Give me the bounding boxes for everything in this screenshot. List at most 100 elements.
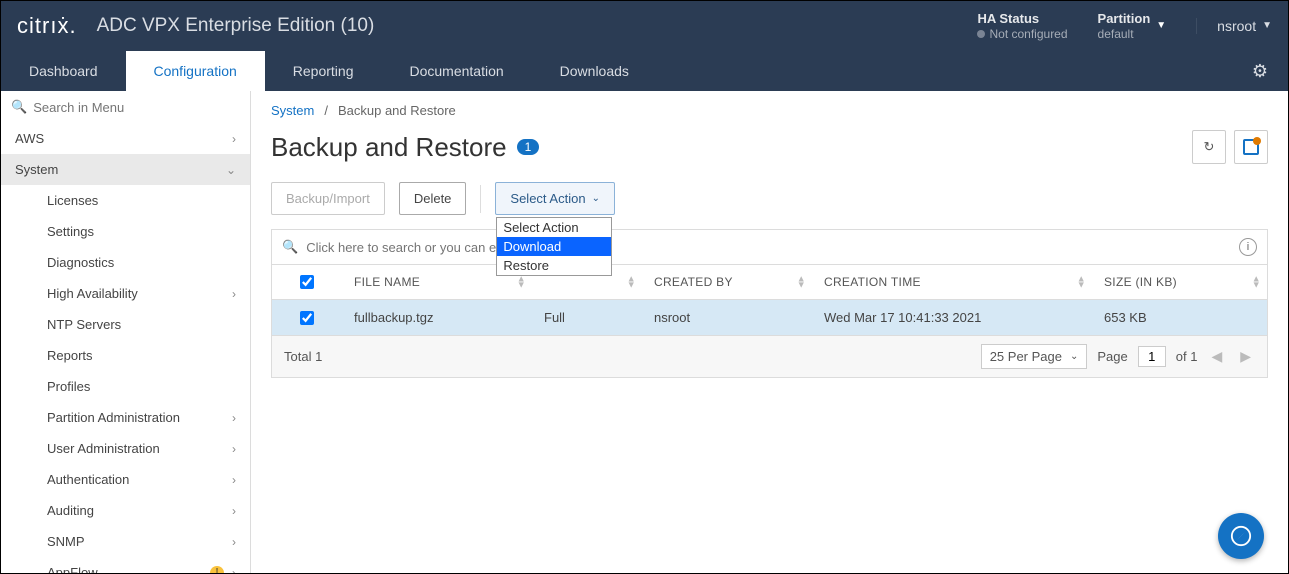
user-name: nsroot [1217,18,1256,34]
sidebar-item-partition-admin[interactable]: Partition Administration› [1,402,250,433]
chevron-down-icon: ⌄ [226,163,236,177]
sidebar-item-appflow[interactable]: AppFlow!› [1,557,250,573]
cell-size: 653 KB [1092,300,1267,335]
partition-value: default [1098,27,1151,41]
cell-filename: fullbackup.tgz [342,300,532,335]
total-label: Total 1 [284,349,322,364]
dropdown-opt-download[interactable]: Download [497,237,611,256]
tab-configuration[interactable]: Configuration [126,51,265,91]
sidebar-item-aws[interactable]: AWS› [1,123,250,154]
sidebar-search-input[interactable] [33,100,240,115]
brand-logo: citrıẋ. [17,13,77,39]
sidebar: 🔍 AWS› System⌄ Licenses Settings Diagnos… [1,91,251,573]
top-header: citrıẋ. ADC VPX Enterprise Edition (10) … [1,1,1288,51]
chevron-right-icon: › [232,287,236,301]
table-search-row[interactable]: 🔍 i [271,229,1268,264]
breadcrumb-root[interactable]: System [271,103,314,118]
th-createdby[interactable]: CREATED BY▲▼ [642,265,812,299]
select-all-checkbox[interactable] [300,275,314,289]
select-action-dropdown[interactable]: Select Action ⌄ Select Action Download R… [495,182,615,215]
info-icon[interactable]: i [1239,238,1257,256]
chevron-right-icon: › [232,132,236,146]
sort-icon: ▲▼ [1252,276,1261,289]
ha-status: HA Status Not configured [977,11,1067,41]
partition-selector[interactable]: Partition default ▼ [1098,11,1167,41]
table-search-input[interactable] [306,240,1231,255]
table-row[interactable]: fullbackup.tgz Full nsroot Wed Mar 17 10… [272,300,1267,335]
chevron-right-icon: › [232,504,236,518]
delete-button[interactable]: Delete [399,182,467,215]
row-checkbox[interactable] [300,311,314,325]
sort-icon: ▲▼ [1077,276,1086,289]
chevron-right-icon: › [232,442,236,456]
chevron-right-icon: › [232,411,236,425]
main-nav: Dashboard Configuration Reporting Docume… [1,51,1288,91]
next-page-button[interactable]: ▶ [1236,348,1255,365]
refresh-icon: ↻ [1204,139,1215,155]
tab-dashboard[interactable]: Dashboard [1,51,126,91]
search-icon: 🔍 [282,239,298,255]
save-icon [1243,139,1259,155]
ha-status-value: Not configured [977,27,1067,41]
sort-icon: ▲▼ [627,276,636,289]
gear-icon[interactable]: ⚙ [1252,61,1268,82]
sort-icon: ▲▼ [797,276,806,289]
breadcrumb: System / Backup and Restore [271,103,1268,118]
sidebar-item-ntp-servers[interactable]: NTP Servers [1,309,250,340]
sidebar-item-authentication[interactable]: Authentication› [1,464,250,495]
partition-label: Partition [1098,11,1151,27]
per-page-selector[interactable]: 25 Per Page ⌄ [981,344,1088,369]
toolbar: Backup/Import Delete Select Action ⌄ Sel… [271,182,1268,215]
sidebar-item-profiles[interactable]: Profiles [1,371,250,402]
count-badge: 1 [517,139,540,155]
backups-table: FILE NAME▲▼ LEVEL▲▼ CREATED BY▲▼ CREATIO… [271,264,1268,378]
help-fab[interactable] [1218,513,1264,559]
sidebar-item-licenses[interactable]: Licenses [1,185,250,216]
refresh-button[interactable]: ↻ [1192,130,1226,164]
sidebar-item-reports[interactable]: Reports [1,340,250,371]
tab-reporting[interactable]: Reporting [265,51,382,91]
sidebar-item-user-admin[interactable]: User Administration› [1,433,250,464]
sidebar-item-snmp[interactable]: SNMP› [1,526,250,557]
row-checkbox-cell[interactable] [272,300,342,335]
sort-icon: ▲▼ [517,276,526,289]
th-checkbox[interactable] [272,265,342,299]
chevron-down-icon: ▼ [1156,20,1166,32]
dropdown-opt-select-action[interactable]: Select Action [497,218,611,237]
page-label: Page [1097,349,1127,364]
chevron-right-icon: › [232,473,236,487]
prev-page-button[interactable]: ◀ [1207,348,1226,365]
product-title: ADC VPX Enterprise Edition (10) [97,15,375,37]
sidebar-item-auditing[interactable]: Auditing› [1,495,250,526]
status-dot-icon [977,30,985,38]
backup-import-button[interactable]: Backup/Import [271,182,385,215]
sidebar-item-settings[interactable]: Settings [1,216,250,247]
chevron-right-icon: › [232,535,236,549]
breadcrumb-current: Backup and Restore [338,103,456,118]
chevron-right-icon: › [232,566,236,574]
cell-createdby: nsroot [642,300,812,335]
sidebar-item-diagnostics[interactable]: Diagnostics [1,247,250,278]
th-size[interactable]: SIZE (IN KB)▲▼ [1092,265,1267,299]
table-header: FILE NAME▲▼ LEVEL▲▼ CREATED BY▲▼ CREATIO… [272,265,1267,300]
compass-icon [1230,525,1252,547]
save-config-button[interactable] [1234,130,1268,164]
sidebar-item-high-availability[interactable]: High Availability› [1,278,250,309]
page-title: Backup and Restore [271,132,507,163]
ha-status-label: HA Status [977,11,1067,27]
sidebar-item-system[interactable]: System⌄ [1,154,250,185]
th-creationtime[interactable]: CREATION TIME▲▼ [812,265,1092,299]
page-number-input[interactable] [1138,346,1166,367]
user-menu[interactable]: nsroot ▼ [1196,18,1272,34]
dropdown-opt-restore[interactable]: Restore [497,256,611,275]
warning-icon: ! [210,566,224,574]
chevron-down-icon: ⌄ [1070,351,1078,362]
search-icon: 🔍 [11,99,27,115]
chevron-down-icon: ▼ [1262,20,1272,31]
sidebar-search[interactable]: 🔍 [1,91,250,123]
table-footer: Total 1 25 Per Page ⌄ Page of 1 ◀ ▶ [272,335,1267,377]
tab-documentation[interactable]: Documentation [381,51,531,91]
tab-downloads[interactable]: Downloads [532,51,657,91]
cell-time: Wed Mar 17 10:41:33 2021 [812,300,1092,335]
cell-level: Full [532,300,642,335]
